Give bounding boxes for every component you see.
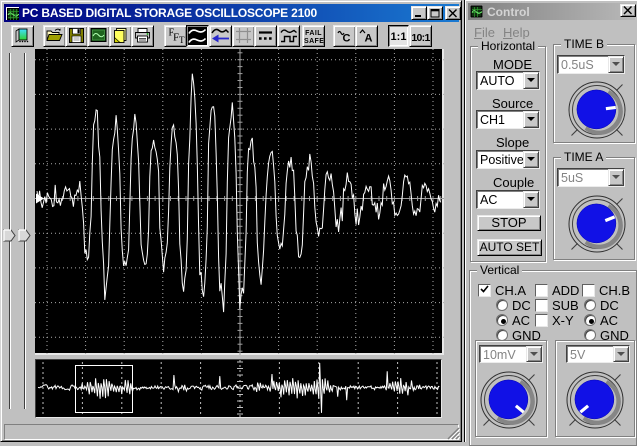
svg-text:C: C [342,33,350,45]
svg-text:T: T [179,35,185,45]
svg-text:A: A [364,33,372,45]
